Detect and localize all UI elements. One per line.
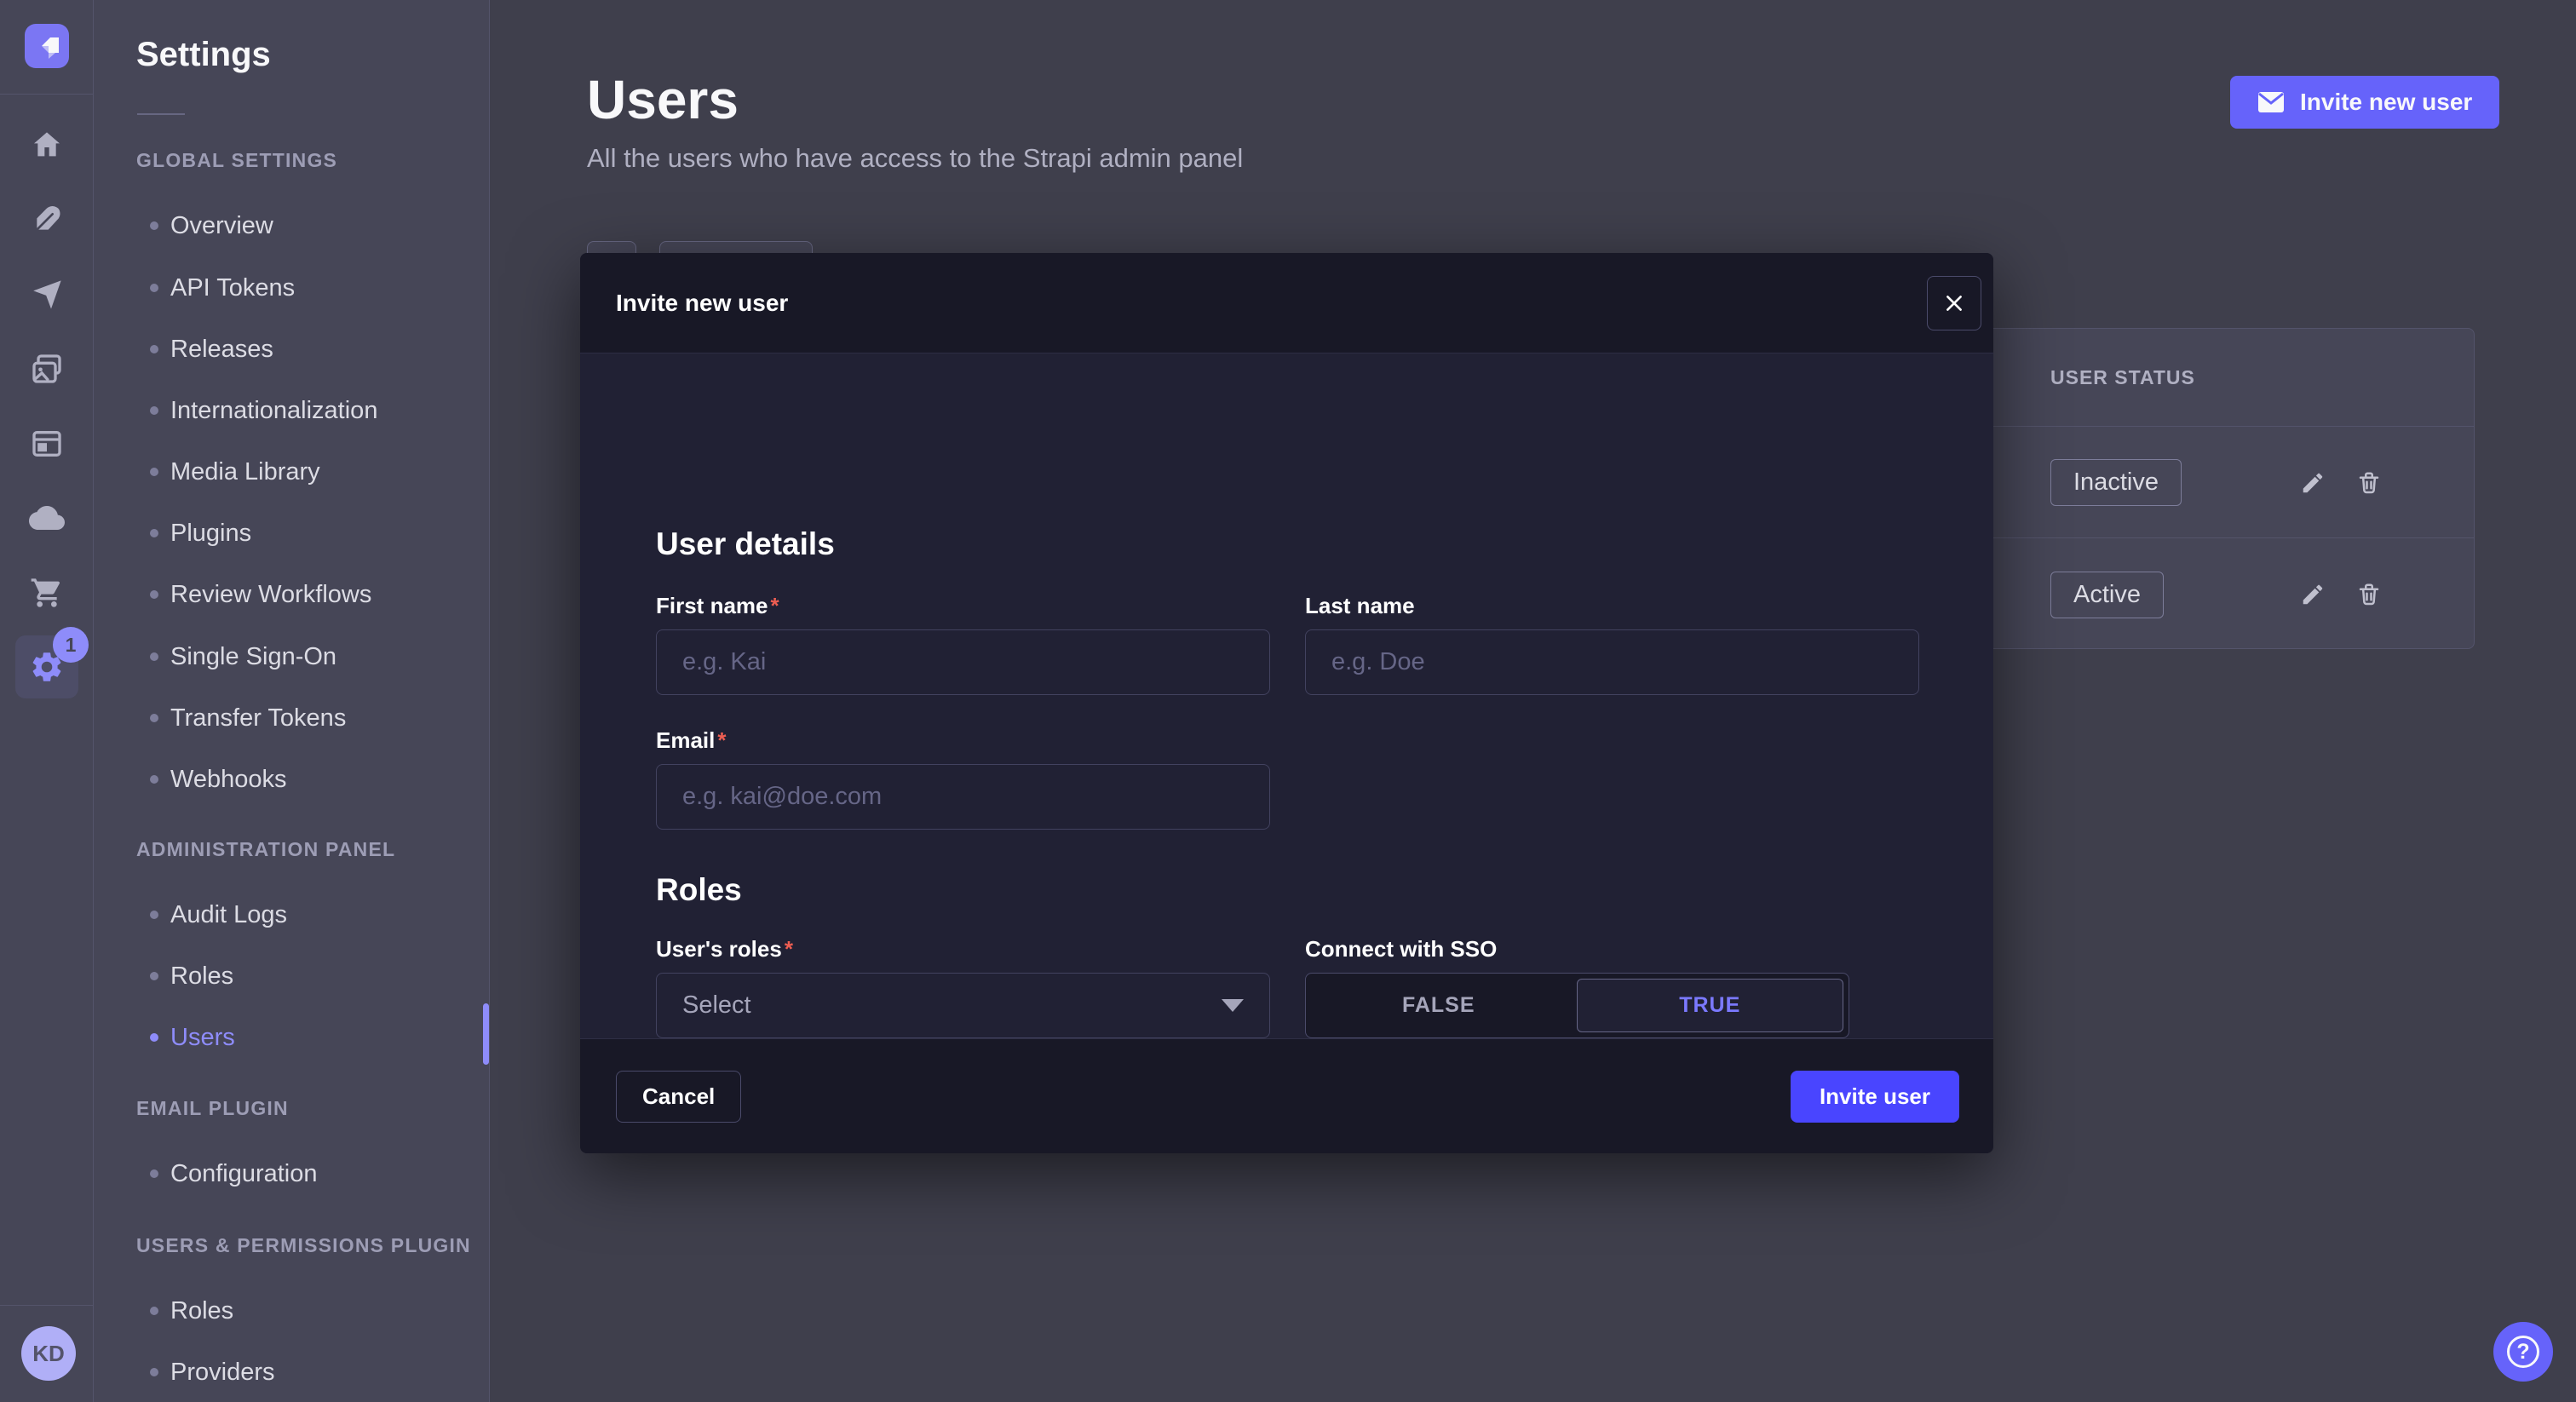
- first-name-label: First name*: [656, 593, 779, 619]
- close-icon[interactable]: [1927, 276, 1981, 330]
- last-name-field[interactable]: [1305, 629, 1919, 695]
- email-field[interactable]: [656, 764, 1270, 830]
- invite-user-submit-button[interactable]: Invite user: [1791, 1071, 1959, 1123]
- roles-select[interactable]: Select: [656, 973, 1270, 1038]
- sso-true-option[interactable]: TRUE: [1577, 979, 1844, 1032]
- cancel-button[interactable]: Cancel: [616, 1071, 741, 1123]
- sso-toggle: FALSE TRUE: [1305, 973, 1849, 1038]
- modal-footer: Cancel Invite user: [580, 1038, 1993, 1153]
- required-asterisk: *: [785, 936, 793, 962]
- connect-sso-label: Connect with SSO: [1305, 936, 1497, 962]
- users-roles-label: User's roles*: [656, 936, 793, 962]
- strapi-admin-app: 1 KD Settings GLOBAL SETTINGS Overview A…: [0, 0, 2576, 1402]
- roles-select-placeholder: Select: [682, 991, 751, 1020]
- modal-body: User details First name* Last name Email…: [580, 353, 1993, 1038]
- user-details-heading: User details: [656, 526, 835, 562]
- chevron-down-icon: [1222, 999, 1244, 1012]
- modal-title: Invite new user: [616, 253, 788, 353]
- invite-user-modal: Invite new user User details First name*…: [580, 253, 1993, 1153]
- modal-header: Invite new user: [580, 253, 1993, 353]
- sso-false-option[interactable]: FALSE: [1306, 974, 1572, 1037]
- first-name-field[interactable]: [656, 629, 1270, 695]
- last-name-label: Last name: [1305, 593, 1415, 619]
- required-asterisk: *: [717, 727, 726, 753]
- required-asterisk: *: [771, 593, 779, 618]
- roles-heading: Roles: [656, 872, 742, 908]
- email-label: Email*: [656, 727, 727, 754]
